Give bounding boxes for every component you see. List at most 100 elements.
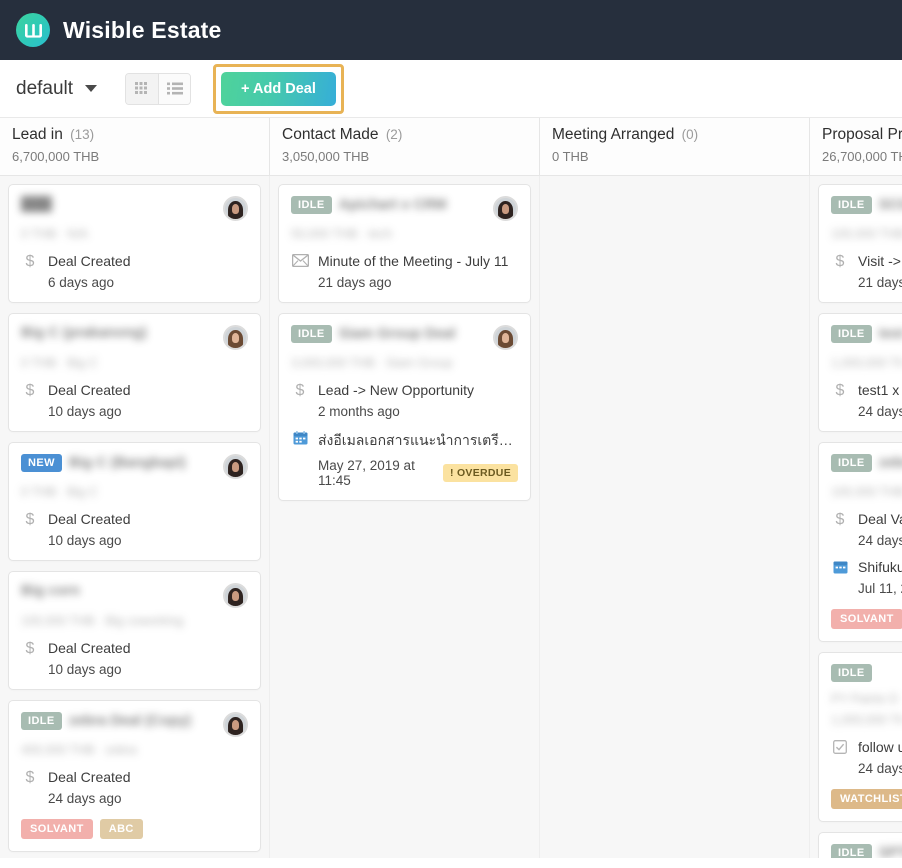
card-activity: $ Deal Valu 24 days a bbox=[831, 511, 902, 548]
card-header: Big corn bbox=[21, 583, 248, 608]
deal-card[interactable]: Big corn 100,000 THB · Big coworking $ D… bbox=[8, 571, 261, 690]
card-activity: $ Visit -> In 21 days a bbox=[831, 253, 902, 290]
card-activity-secondary: ส่งอีเมลเอกสารแนะนำการเตรียมตัวไ... May … bbox=[291, 430, 518, 488]
deal-subtitle-secondary: 1,000,000 Th bbox=[831, 713, 902, 727]
activity-time-text: 6 days ago bbox=[48, 275, 115, 290]
card-header: IDLE SPTB bbox=[831, 844, 902, 858]
grid-view-button[interactable] bbox=[126, 73, 159, 104]
tag-row: SOLVANT A bbox=[831, 609, 902, 629]
deal-card[interactable]: IDLE Siam Group Deal 3,000,000 THB · Sia… bbox=[278, 313, 531, 501]
card-title-line: Big C (prakanong) bbox=[21, 325, 223, 341]
deal-card[interactable]: IDLE zebra Deal (Copy) 400,000 THB · zeb… bbox=[8, 700, 261, 852]
card-activity: $ Lead -> New Opportunity 2 months ago bbox=[291, 382, 518, 419]
card-activity: Minute of the Meeting - July 11 21 days … bbox=[291, 253, 518, 290]
stage-header-lead-in[interactable]: Lead in (13) 6,700,000 THB bbox=[0, 118, 270, 175]
stage-amount: 26,700,000 TH bbox=[822, 149, 902, 164]
tag-chip[interactable]: SOLVANT bbox=[831, 609, 902, 629]
avatar[interactable] bbox=[223, 196, 248, 221]
dollar-icon: $ bbox=[25, 640, 35, 657]
deal-card[interactable]: IDLE SPTB 1,500,000 Th bbox=[818, 832, 902, 858]
pipeline-selected-label: default bbox=[16, 77, 74, 99]
toolbar: default + Add Deal bbox=[0, 60, 902, 118]
activity-time-text: May 27, 2019 at 11:45 bbox=[318, 458, 415, 488]
add-deal-button[interactable]: + Add Deal bbox=[221, 71, 336, 106]
deal-title: Apichart x CRM bbox=[338, 197, 447, 213]
activity-time: 21 days a bbox=[858, 275, 902, 290]
card-header: ███ bbox=[21, 196, 248, 221]
activity-time: Jul 11, 20 bbox=[858, 581, 902, 596]
stage-amount: 0 THB bbox=[552, 149, 589, 164]
avatar[interactable] bbox=[223, 583, 248, 608]
checkbox-icon bbox=[831, 739, 849, 754]
deal-card[interactable]: IDLE zebra 100,000 THB $ Deal Valu 24 da… bbox=[818, 442, 902, 642]
activity-time: 10 days ago bbox=[48, 533, 248, 548]
card-title-line: IDLE zebra bbox=[831, 454, 902, 472]
activity-time-text: 10 days ago bbox=[48, 662, 122, 677]
tag-chip[interactable]: WATCHLIST (1 bbox=[831, 789, 902, 809]
avatar[interactable] bbox=[493, 325, 518, 350]
activity-title: ส่งอีเมลเอกสารแนะนำการเตรียมตัวไ... bbox=[318, 432, 518, 448]
status-badge: IDLE bbox=[291, 325, 332, 343]
overdue-badge: ! OVERDUE bbox=[442, 464, 518, 482]
activity-time-text: 21 days a bbox=[858, 275, 902, 290]
pipeline-selector[interactable]: default bbox=[10, 76, 103, 102]
status-badge: IDLE bbox=[831, 325, 872, 343]
calendar-icon bbox=[291, 430, 309, 445]
status-badge: IDLE bbox=[831, 664, 872, 682]
stage-header-proposal-presented[interactable]: Proposal Pre 26,700,000 TH bbox=[810, 118, 902, 175]
card-header: IDLE test bbox=[831, 325, 902, 350]
activity-title: follow up bbox=[858, 739, 902, 755]
card-activity: $ test1 x fl 24 days a bbox=[831, 382, 902, 419]
stage-title-text: Lead in bbox=[12, 126, 63, 143]
card-activity: $ Deal Created 24 days ago bbox=[21, 769, 248, 806]
activity-time: 21 days ago bbox=[318, 275, 518, 290]
status-badge: IDLE bbox=[831, 454, 872, 472]
activity-time: 2 months ago bbox=[318, 404, 518, 419]
deal-card[interactable]: IDLE Apichart x CRM 50,000 THB · tech Mi… bbox=[278, 184, 531, 303]
avatar[interactable] bbox=[223, 454, 248, 479]
avatar[interactable] bbox=[223, 325, 248, 350]
card-header: IDLE Apichart x CRM bbox=[291, 196, 518, 221]
deal-card[interactable]: IDLE SCG 100,000 THB $ Visit -> In 21 da… bbox=[818, 184, 902, 303]
status-badge: IDLE bbox=[21, 712, 62, 730]
list-view-button[interactable] bbox=[158, 73, 191, 104]
card-header: IDLE Siam Group Deal bbox=[291, 325, 518, 350]
kanban-column-lead-in: ███ 0 THB · N/A $ Deal Created 6 days ag… bbox=[0, 176, 270, 858]
deal-card[interactable]: IDLE test 1,000,000 Th $ test1 x fl 24 d… bbox=[818, 313, 902, 432]
stage-header-contact-made[interactable]: Contact Made (2) 3,050,000 THB bbox=[270, 118, 540, 175]
activity-title: test1 x fl bbox=[858, 382, 902, 398]
view-mode-toggle bbox=[125, 72, 192, 105]
card-title-line: IDLE bbox=[831, 664, 902, 682]
deal-title: SCG bbox=[878, 197, 902, 213]
deal-subtitle: 3,000,000 THB · Siam Group bbox=[291, 356, 453, 370]
activity-time: 6 days ago bbox=[48, 275, 248, 290]
stage-title: Proposal Pre bbox=[822, 126, 902, 144]
avatar[interactable] bbox=[493, 196, 518, 221]
tag-chip[interactable]: SOLVANT bbox=[21, 819, 93, 839]
activity-title: Visit -> In bbox=[858, 253, 902, 269]
tag-chip[interactable]: ABC bbox=[99, 819, 143, 839]
card-title-line: IDLE SCG bbox=[831, 196, 902, 214]
deal-card[interactable]: NEW Big C (Bangkapi) 0 THB · Big C $ Dea… bbox=[8, 442, 261, 561]
deal-card[interactable]: IDLE PY Paints D 1,000,000 Th follow up … bbox=[818, 652, 902, 822]
stage-count: (2) bbox=[385, 127, 403, 142]
activity-time-text: 2 months ago bbox=[318, 404, 400, 419]
deal-subtitle: 50,000 THB · tech bbox=[291, 227, 393, 241]
kanban-column-proposal-presented: IDLE SCG 100,000 THB $ Visit -> In 21 da… bbox=[810, 176, 902, 858]
calendar-icon bbox=[831, 559, 849, 574]
list-view-icon bbox=[166, 82, 183, 95]
activity-time: 10 days ago bbox=[48, 404, 248, 419]
deal-card[interactable]: Big C (prakanong) 0 THB · Big C $ Deal C… bbox=[8, 313, 261, 432]
deal-title: Big C (Bangkapi) bbox=[68, 455, 186, 471]
activity-title: Deal Created bbox=[48, 511, 131, 527]
card-header: IDLE SCG bbox=[831, 196, 902, 221]
avatar[interactable] bbox=[223, 712, 248, 737]
deal-subtitle: 100,000 THB · Big coworking bbox=[21, 614, 184, 628]
card-title-line: IDLE Siam Group Deal bbox=[291, 325, 493, 343]
deal-card[interactable]: ███ 0 THB · N/A $ Deal Created 6 days ag… bbox=[8, 184, 261, 303]
stage-title: Meeting Arranged (0) bbox=[552, 126, 809, 144]
stage-header-meeting-arranged[interactable]: Meeting Arranged (0) 0 THB bbox=[540, 118, 810, 175]
activity-time-text: 10 days ago bbox=[48, 404, 122, 419]
stage-title-text: Contact Made bbox=[282, 126, 379, 143]
activity-time: 24 days a bbox=[858, 761, 902, 776]
